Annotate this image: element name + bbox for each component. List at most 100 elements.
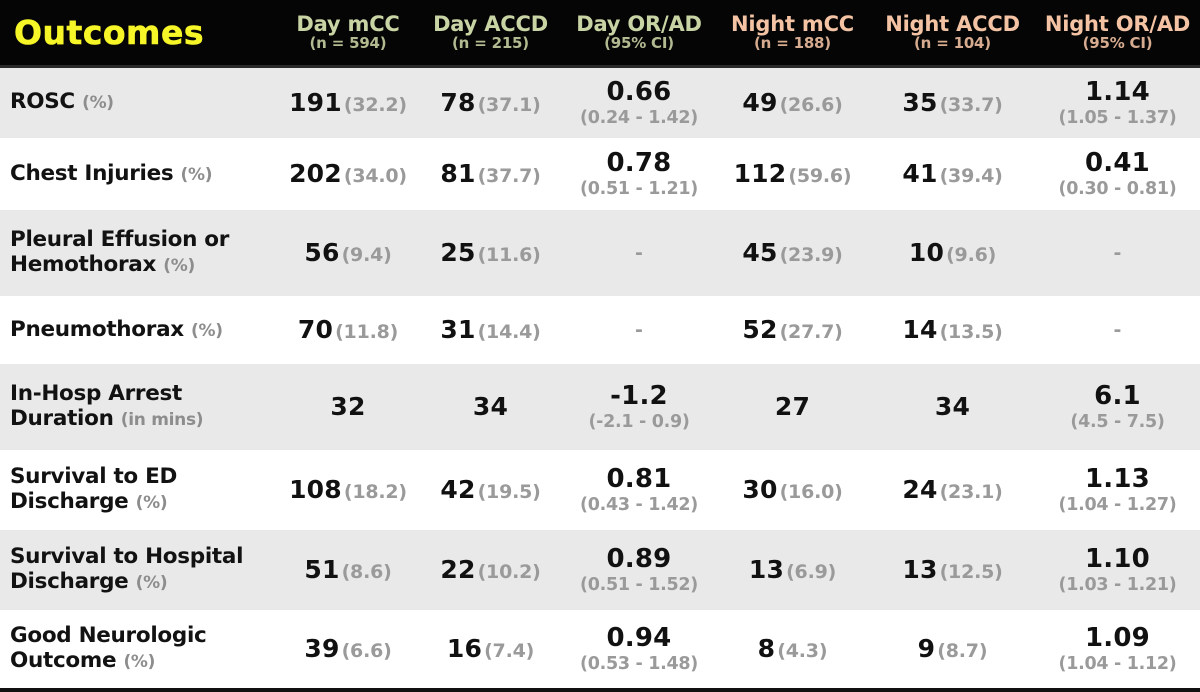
- row-label-unit: (%): [82, 93, 114, 114]
- cell-value: 10: [908, 238, 945, 268]
- cell-confidence-interval: (4.5 - 7.5): [1070, 411, 1165, 432]
- cell-day-orad: 0.78 (0.51 - 1.21): [563, 138, 715, 210]
- cell-night-mcc: 45 (23.9): [715, 210, 870, 296]
- row-label-cell: ROSC (%): [0, 66, 278, 138]
- cell-day-accd: 34: [418, 364, 563, 450]
- cell-percent: (34.0): [343, 165, 407, 188]
- cell-percent: (11.8): [335, 321, 399, 344]
- cell-value: 70: [297, 315, 334, 345]
- cell-night-mcc: 27: [715, 364, 870, 450]
- cell-percent: (9.4): [341, 244, 392, 267]
- cell-percent: (6.9): [786, 561, 837, 584]
- cell-primary-line: 24 (23.1): [874, 476, 1031, 504]
- cell-night-accd: 13 (12.5): [870, 530, 1035, 610]
- cell-confidence-interval: (1.05 - 1.37): [1058, 107, 1177, 128]
- cell-primary-line: 202 (34.0): [282, 160, 414, 188]
- cell-value: 51: [304, 555, 340, 585]
- cell-primary-line: 1.14: [1039, 78, 1196, 107]
- cell-value: 30: [742, 475, 778, 505]
- cell-day-orad: 0.81 (0.43 - 1.42): [563, 450, 715, 530]
- cell-confidence-interval: (0.51 - 1.21): [580, 178, 698, 199]
- cell-primary-line: 8 (4.3): [719, 635, 866, 663]
- cell-value: 1.14: [1085, 76, 1150, 107]
- row-label-cell: Survival to ED Discharge (%): [0, 450, 278, 530]
- cell-value: 0.89: [606, 544, 672, 575]
- row-label-cell: Pneumothorax (%): [0, 296, 278, 364]
- cell-confidence-interval: (0.43 - 1.42): [580, 494, 698, 515]
- cell-value: 191: [289, 88, 342, 117]
- cell-day-orad: -: [563, 296, 715, 364]
- cell-night-orad: 1.14 (1.05 - 1.37): [1035, 66, 1200, 138]
- column-header-night-orad-ci: (95% CI): [1082, 33, 1153, 52]
- cell-confidence-interval: (0.30 - 0.81): [1058, 178, 1177, 199]
- cell-confidence-interval: (1.04 - 1.27): [1058, 494, 1177, 515]
- cell-percent: (32.2): [343, 94, 407, 116]
- cell-confidence-interval: (0.24 - 1.42): [580, 107, 698, 128]
- row-label: Pneumothorax (%): [10, 316, 223, 342]
- table-row: Survival to ED Discharge (%) 108 (18.2) 42 (1…: [0, 450, 1200, 530]
- row-label-cell: Good Neurologic Outcome (%): [0, 610, 278, 692]
- cell-percent: (12.5): [939, 561, 1003, 584]
- row-label-cell: Chest Injuries (%): [0, 138, 278, 210]
- cell-primary-line: 112 (59.6): [719, 160, 866, 188]
- cell-day-orad: 0.66 (0.24 - 1.42): [563, 66, 715, 138]
- cell-empty-dash: -: [1113, 319, 1122, 341]
- column-header-outcomes: Outcomes: [0, 0, 278, 68]
- cell-day-mcc: 202 (34.0): [278, 138, 418, 210]
- cell-day-accd: 16 (7.4): [418, 610, 563, 692]
- cell-value: 13: [902, 555, 938, 585]
- cell-night-accd: 35 (33.7): [870, 66, 1035, 138]
- cell-value: 31: [440, 315, 476, 345]
- column-header-night-mcc-n: (n = 188): [754, 33, 831, 52]
- cell-value: 49: [742, 88, 778, 117]
- cell-primary-line: 108 (18.2): [282, 476, 414, 504]
- cell-primary-line: 45 (23.9): [719, 239, 866, 267]
- cell-primary-line: 0.94: [567, 624, 711, 653]
- cell-empty-dash: -: [1113, 242, 1122, 264]
- cell-primary-line: 191 (32.2): [282, 89, 414, 117]
- cell-percent: (16.0): [779, 481, 843, 504]
- cell-primary-line: 56 (9.4): [282, 239, 414, 267]
- cell-day-mcc: 39 (6.6): [278, 610, 418, 692]
- cell-day-mcc: 51 (8.6): [278, 530, 418, 610]
- cell-percent: (4.3): [777, 640, 828, 663]
- cell-night-mcc: 30 (16.0): [715, 450, 870, 530]
- cell-day-accd: 25 (11.6): [418, 210, 563, 296]
- cell-empty-dash: -: [635, 242, 643, 264]
- cell-value: 0.41: [1085, 148, 1150, 179]
- cell-day-accd: 22 (10.2): [418, 530, 563, 610]
- cell-percent: (8.6): [341, 561, 392, 584]
- cell-primary-line: 13 (6.9): [719, 556, 866, 584]
- cell-value: 0.94: [606, 623, 672, 654]
- cell-primary-line: 16 (7.4): [422, 635, 559, 663]
- table-row: Chest Injuries (%) 202 (34.0) 81 (37.7) 0.78(…: [0, 138, 1200, 210]
- column-header-night-accd: Night ACCD (n = 104): [870, 0, 1035, 68]
- cell-day-mcc: 56 (9.4): [278, 210, 418, 296]
- cell-primary-line: 13 (12.5): [874, 556, 1031, 584]
- cell-value: 22: [440, 555, 476, 585]
- column-header-day-mcc: Day mCC (n = 594): [278, 0, 418, 68]
- cell-confidence-interval: (1.03 - 1.21): [1058, 574, 1177, 595]
- table-row: Pleural Effusion or Hemothorax (%) 56 (9.4)…: [0, 210, 1200, 296]
- cell-percent: (6.6): [341, 640, 392, 663]
- cell-value: 13: [748, 555, 785, 585]
- cell-value: 39: [304, 634, 340, 664]
- cell-primary-line: 31 (14.4): [422, 316, 559, 344]
- cell-primary-line: 42 (19.5): [422, 476, 559, 504]
- cell-value: 1.09: [1085, 623, 1150, 654]
- cell-primary-line: 39 (6.6): [282, 635, 414, 663]
- cell-primary-line: 6.1: [1039, 382, 1196, 411]
- cell-primary-line: 1.10: [1039, 545, 1196, 574]
- column-header-day-orad-label: Day OR/AD: [576, 11, 702, 36]
- cell-value: 78: [440, 88, 476, 117]
- cell-value: 24: [902, 475, 938, 505]
- table-row: Pneumothorax (%) 70 (11.8) 31 (14.4) - 52 (27.7…: [0, 296, 1200, 364]
- table-row: In-Hosp Arrest Duration (in mins) 32 34 -1.2…: [0, 364, 1200, 450]
- table-title: Outcomes: [14, 12, 204, 52]
- cell-percent: (19.5): [477, 481, 541, 504]
- cell-percent: (13.5): [939, 321, 1003, 344]
- cell-primary-line: 22 (10.2): [422, 556, 559, 584]
- row-label: Pleural Effusion or Hemothorax (%): [10, 227, 230, 277]
- cell-value: 0.78: [606, 148, 672, 179]
- cell-primary-line: 10 (9.6): [874, 239, 1031, 267]
